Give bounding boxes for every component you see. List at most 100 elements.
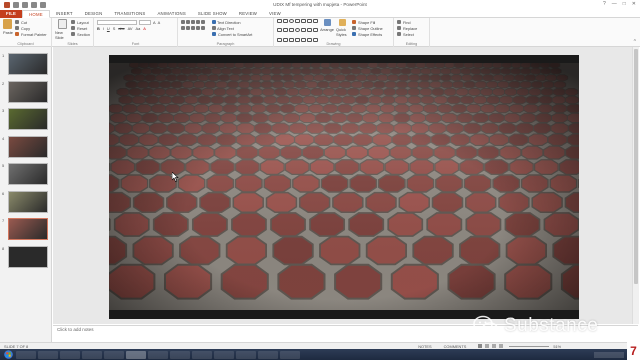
collapse-ribbon-icon[interactable]: ^ — [634, 39, 636, 45]
slide-sorter-icon[interactable] — [485, 344, 490, 348]
undo-icon[interactable] — [22, 2, 28, 8]
char-spacing-button[interactable]: AV — [128, 26, 133, 31]
format-painter-button[interactable]: Format Painter — [14, 31, 47, 37]
slide-thumbnail-8[interactable]: 8 — [2, 245, 48, 268]
justify-icon[interactable] — [196, 26, 200, 30]
paste-icon — [3, 19, 13, 29]
taskbar-app3-icon[interactable] — [148, 350, 168, 359]
windows-taskbar — [0, 349, 640, 360]
font-size-box[interactable] — [139, 19, 151, 25]
scroll-thumb[interactable] — [634, 49, 638, 284]
slides-group: New Slide Layout Reset Section Slides — [52, 18, 94, 47]
tab-animations[interactable]: ANIMATIONS — [151, 10, 191, 18]
taskbar-app5-icon[interactable] — [192, 350, 212, 359]
tab-file[interactable]: FILE — [0, 9, 23, 18]
bold-button[interactable]: B — [97, 26, 100, 31]
align-right-icon[interactable] — [191, 26, 195, 30]
paste-label: Paste — [3, 30, 13, 35]
shrink-font-button[interactable]: A — [158, 20, 161, 25]
slide-thumbnail-6[interactable]: 6 — [2, 190, 48, 213]
text-direction-button[interactable]: Text Direction — [217, 20, 241, 25]
slide-thumbnail-image — [8, 135, 48, 158]
columns-icon[interactable] — [201, 26, 205, 30]
taskbar-explorer-icon[interactable] — [16, 350, 36, 359]
replace-icon — [397, 26, 401, 30]
reading-view-icon[interactable] — [492, 344, 497, 348]
decrease-indent-icon[interactable] — [191, 20, 195, 24]
align-text-button[interactable]: Align Text — [217, 26, 234, 31]
taskbar-app6-icon[interactable] — [214, 350, 234, 359]
line-spacing-icon[interactable] — [201, 20, 205, 24]
comments-toggle[interactable]: COMMENTS — [444, 344, 467, 349]
tab-insert[interactable]: INSERT — [50, 10, 79, 18]
slide-number: 5 — [2, 163, 5, 168]
slide-thumbnail-image — [8, 190, 48, 213]
paragraph-group-label: Paragraph — [216, 42, 235, 46]
window-controls: ? — □ ✕ — [603, 1, 636, 7]
start-slideshow-icon[interactable] — [40, 2, 46, 8]
taskbar-media-icon[interactable] — [60, 350, 80, 359]
grow-font-button[interactable]: A — [153, 20, 156, 25]
current-slide[interactable] — [109, 55, 579, 319]
maximize-button[interactable]: □ — [623, 1, 626, 7]
font-color-button[interactable]: A — [143, 26, 146, 31]
slide-thumbnail-7[interactable]: 7 — [2, 218, 48, 240]
shadow-button[interactable]: S — [113, 26, 116, 31]
format-painter-label: Format Painter — [20, 31, 47, 37]
tab-view[interactable]: VIEW — [263, 10, 287, 18]
convert-smartart-button[interactable]: Convert to SmartArt — [218, 32, 252, 37]
taskbar-app-icon[interactable] — [82, 350, 102, 359]
notes-placeholder[interactable]: Click to add notes — [57, 327, 94, 332]
tab-slide-show[interactable]: SLIDE SHOW — [192, 10, 233, 18]
italic-button[interactable]: I — [103, 26, 104, 31]
numbering-icon[interactable] — [186, 20, 190, 24]
section-button[interactable]: Section — [71, 31, 90, 37]
slide-thumbnail-5[interactable]: 5 — [2, 163, 48, 185]
slide-number: 7 — [2, 218, 5, 223]
slide-thumbnail-4[interactable]: 4 — [2, 135, 48, 158]
close-button[interactable]: ✕ — [632, 1, 636, 7]
taskbar-browser-icon[interactable] — [38, 350, 58, 359]
minimize-button[interactable]: — — [612, 1, 617, 7]
taskbar-app2-icon[interactable] — [104, 350, 124, 359]
clipboard-group: Paste Cut Copy Format Painter Clipboard — [0, 18, 52, 47]
increase-indent-icon[interactable] — [196, 20, 200, 24]
taskbar-app7-icon[interactable] — [236, 350, 256, 359]
text-direction-icon — [212, 20, 216, 24]
normal-view-icon[interactable] — [478, 344, 483, 348]
layout-label: Layout — [77, 19, 89, 25]
notes-toggle[interactable]: NOTES — [418, 344, 431, 349]
zoom-level[interactable]: 51% — [553, 344, 561, 349]
slide-thumbnail-2[interactable]: 2 — [2, 80, 48, 103]
slide-thumbnail-3[interactable]: 3 — [2, 108, 48, 130]
tab-home[interactable]: HOME — [22, 9, 50, 18]
drawing-group: Arrange Quick Styles Shape Fill Shape Ou… — [274, 18, 394, 47]
tab-transitions[interactable]: TRANSITIONS — [108, 10, 151, 18]
vertical-scrollbar[interactable] — [632, 47, 639, 324]
help-button[interactable]: ? — [603, 1, 606, 7]
start-button[interactable] — [2, 350, 14, 359]
taskbar-app9-icon[interactable] — [280, 350, 300, 359]
system-tray[interactable] — [594, 351, 624, 358]
redo-icon[interactable] — [31, 2, 37, 8]
select-button[interactable]: Select — [397, 31, 426, 37]
align-center-icon[interactable] — [186, 26, 190, 30]
slideshow-view-icon[interactable] — [499, 344, 504, 348]
taskbar-powerpoint-icon[interactable] — [126, 350, 146, 359]
tab-review[interactable]: REVIEW — [233, 10, 263, 18]
tab-design[interactable]: DESIGN — [79, 10, 109, 18]
underline-button[interactable]: U — [107, 26, 110, 31]
save-icon[interactable] — [13, 2, 19, 8]
slide-thumbnail-panel[interactable]: 1 2 3 4 5 6 7 8 — [0, 47, 52, 342]
taskbar-app4-icon[interactable] — [170, 350, 190, 359]
slide-thumbnail-1[interactable]: 1 — [2, 53, 48, 75]
strikethrough-button[interactable]: abc — [118, 26, 124, 31]
bullets-icon[interactable] — [181, 20, 185, 24]
taskbar-app8-icon[interactable] — [258, 350, 278, 359]
quick-styles-icon — [339, 19, 346, 26]
font-name-box[interactable] — [97, 19, 137, 25]
zoom-slider[interactable] — [509, 345, 550, 347]
shape-effects-button[interactable]: Shape Effects — [352, 31, 383, 37]
align-left-icon[interactable] — [181, 26, 185, 30]
change-case-button[interactable]: Aa — [136, 26, 141, 31]
